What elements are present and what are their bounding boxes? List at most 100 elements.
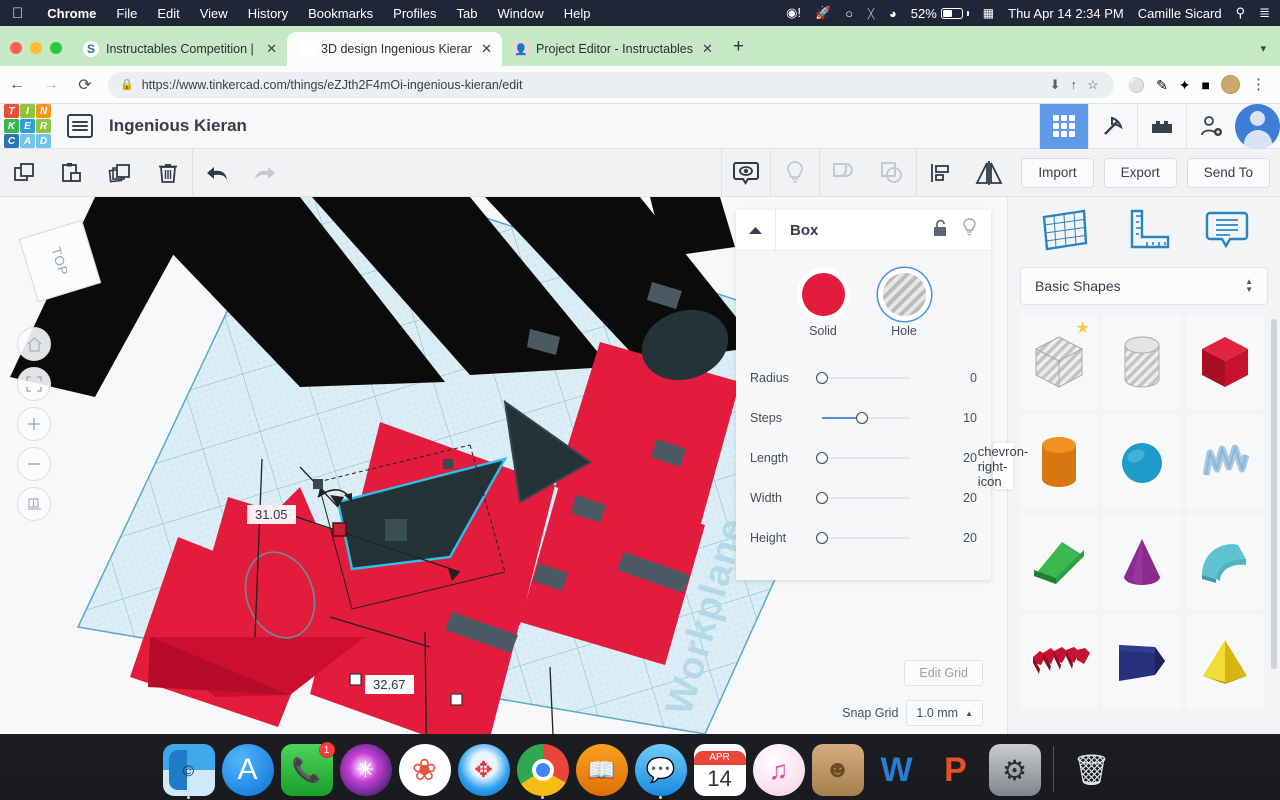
grid-view-button[interactable] bbox=[1039, 103, 1088, 149]
close-tab-icon[interactable]: ✕ bbox=[264, 41, 279, 57]
invite-button[interactable] bbox=[1186, 103, 1235, 149]
width-slider[interactable] bbox=[816, 491, 910, 505]
group-button[interactable] bbox=[820, 149, 868, 197]
shape-polygon[interactable] bbox=[1103, 614, 1181, 709]
input-source-icon[interactable]: ▦ bbox=[983, 6, 994, 20]
duplicate-button[interactable] bbox=[96, 149, 144, 197]
dock-item-app-store[interactable]: A bbox=[221, 744, 274, 796]
minimize-window-button[interactable] bbox=[30, 42, 42, 54]
bluetooth-icon[interactable]: ᚷ bbox=[867, 6, 875, 21]
browser-tab-2[interactable]: 3D design Ingenious Kieran | Ti ✕ bbox=[287, 32, 502, 66]
orange-pill-icon[interactable]: ⚪ bbox=[1128, 78, 1145, 92]
new-tab-button[interactable]: + bbox=[723, 36, 754, 66]
shape-cylinder-hole[interactable] bbox=[1103, 314, 1181, 409]
menu-profiles[interactable]: Profiles bbox=[393, 6, 436, 21]
pencil-icon[interactable]: ✎ bbox=[1156, 78, 1168, 92]
mirror-button[interactable] bbox=[965, 149, 1013, 197]
wifi-icon[interactable]: ◕ bbox=[889, 6, 897, 21]
zoom-out-button[interactable] bbox=[17, 447, 51, 481]
menu-edit[interactable]: Edit bbox=[157, 6, 179, 21]
dock-item-siri[interactable]: ✳ bbox=[339, 744, 392, 796]
height-slider[interactable] bbox=[816, 531, 910, 545]
dock-item-trash[interactable]: 🗑 bbox=[1066, 744, 1118, 796]
dock-item-contacts[interactable]: ☻ bbox=[811, 744, 864, 796]
shape-halfcylinder[interactable] bbox=[1186, 514, 1264, 609]
shape-scribble[interactable] bbox=[1186, 414, 1264, 509]
shape-category-select[interactable]: Basic Shapes ▲ ▼ bbox=[1020, 267, 1268, 305]
browser-tab-3[interactable]: 👤 Project Editor - Instructables ✕ bbox=[502, 32, 723, 66]
control-center-icon[interactable]: ≣ bbox=[1259, 5, 1270, 21]
align-button[interactable] bbox=[917, 149, 965, 197]
length-slider[interactable] bbox=[816, 451, 910, 465]
edit-grid-button[interactable]: Edit Grid bbox=[904, 660, 983, 686]
rocket-icon[interactable]: 🚀 bbox=[815, 5, 831, 21]
export-button[interactable]: Export bbox=[1103, 157, 1177, 188]
dock-item-calendar[interactable]: APR 14 bbox=[693, 744, 746, 796]
dock-item-word[interactable]: W bbox=[871, 744, 923, 796]
dock-item-photos[interactable]: ❀ bbox=[398, 744, 451, 796]
menu-history[interactable]: History bbox=[248, 6, 288, 21]
menu-view[interactable]: View bbox=[200, 6, 228, 21]
menu-window[interactable]: Window bbox=[498, 6, 544, 21]
undo-button[interactable] bbox=[193, 149, 241, 197]
solid-option[interactable]: Solid bbox=[801, 273, 845, 338]
close-window-button[interactable] bbox=[10, 42, 22, 54]
tab-search-caret-icon[interactable]: ▾ bbox=[1260, 42, 1280, 66]
unlock-icon[interactable] bbox=[933, 219, 948, 242]
account-avatar[interactable] bbox=[1235, 103, 1280, 149]
panel-flyout-toggle[interactable]: chevron-right-icon bbox=[978, 443, 1028, 489]
address-bar[interactable]: 🔒 https://www.tinkercad.com/things/eZJth… bbox=[108, 71, 1114, 98]
search-icon[interactable]: ⚲ bbox=[1236, 5, 1246, 21]
maximize-window-button[interactable] bbox=[50, 42, 62, 54]
dock-item-itunes[interactable]: ♫ bbox=[752, 744, 805, 796]
dock-item-chrome[interactable] bbox=[516, 744, 569, 799]
dock-item-facetime[interactable]: 📞 1 bbox=[280, 742, 335, 796]
shape-pyramid[interactable] bbox=[1186, 614, 1264, 709]
param-value[interactable]: 20 bbox=[945, 531, 991, 545]
paste-button[interactable] bbox=[48, 149, 96, 197]
param-value[interactable]: 0 bbox=[945, 371, 991, 385]
import-button[interactable]: Import bbox=[1021, 157, 1094, 188]
spiral-icon[interactable]: ○ bbox=[845, 6, 853, 21]
browser-tab-1[interactable]: S Instructables Competition | Sch ✕ bbox=[72, 32, 287, 66]
hole-option[interactable]: Hole bbox=[882, 273, 926, 338]
dock-item-messages[interactable]: 💬 bbox=[634, 744, 687, 799]
forward-button[interactable]: → bbox=[34, 70, 68, 100]
tinkercad-logo[interactable]: T I N K E R C A D bbox=[4, 104, 51, 148]
kebab-menu-icon[interactable]: ⋮ bbox=[1251, 77, 1270, 92]
collapse-panel-button[interactable] bbox=[736, 209, 776, 251]
menu-file[interactable]: File bbox=[116, 6, 137, 21]
menu-tab[interactable]: Tab bbox=[457, 6, 478, 21]
note-icon[interactable] bbox=[1204, 207, 1250, 258]
dock-item-books[interactable]: 📖 bbox=[575, 744, 628, 796]
puzzle-icon[interactable]: ✦ bbox=[1179, 78, 1191, 92]
back-button[interactable]: ← bbox=[0, 70, 34, 100]
dock-item-safari[interactable]: ✥ bbox=[457, 744, 510, 796]
codeblocks-button[interactable] bbox=[1088, 103, 1137, 149]
square-icon[interactable]: ■ bbox=[1202, 78, 1210, 92]
shape-cone[interactable] bbox=[1103, 514, 1181, 609]
show-hide-button[interactable] bbox=[722, 149, 770, 197]
blocks-button[interactable] bbox=[1137, 103, 1186, 149]
light-button[interactable] bbox=[771, 149, 819, 197]
shape-text[interactable] bbox=[1020, 614, 1098, 709]
lightbulb-icon[interactable] bbox=[962, 218, 977, 242]
menu-bar-clock[interactable]: Thu Apr 14 2:34 PM bbox=[1008, 6, 1124, 21]
redo-button[interactable] bbox=[241, 149, 289, 197]
home-view-button[interactable] bbox=[17, 327, 51, 361]
menu-chrome[interactable]: Chrome bbox=[47, 6, 96, 21]
dock-item-system-preferences[interactable]: ⚙ bbox=[988, 744, 1041, 796]
param-value[interactable]: 20 bbox=[945, 491, 991, 505]
ruler-icon[interactable] bbox=[1122, 207, 1172, 258]
param-value[interactable]: 10 bbox=[945, 411, 991, 425]
shape-sphere[interactable] bbox=[1103, 414, 1181, 509]
shape-box-hole[interactable]: ★ bbox=[1020, 314, 1098, 409]
dropbox-alert-icon[interactable]: ◉! bbox=[786, 5, 801, 21]
menu-bookmarks[interactable]: Bookmarks bbox=[308, 6, 373, 21]
steps-slider[interactable] bbox=[822, 411, 910, 425]
send-to-button[interactable]: Send To bbox=[1186, 157, 1270, 188]
fit-to-view-button[interactable] bbox=[17, 367, 51, 401]
close-tab-icon[interactable]: ✕ bbox=[700, 41, 715, 57]
install-icon[interactable]: ⬇ bbox=[1047, 77, 1064, 93]
radius-slider[interactable] bbox=[816, 371, 910, 385]
